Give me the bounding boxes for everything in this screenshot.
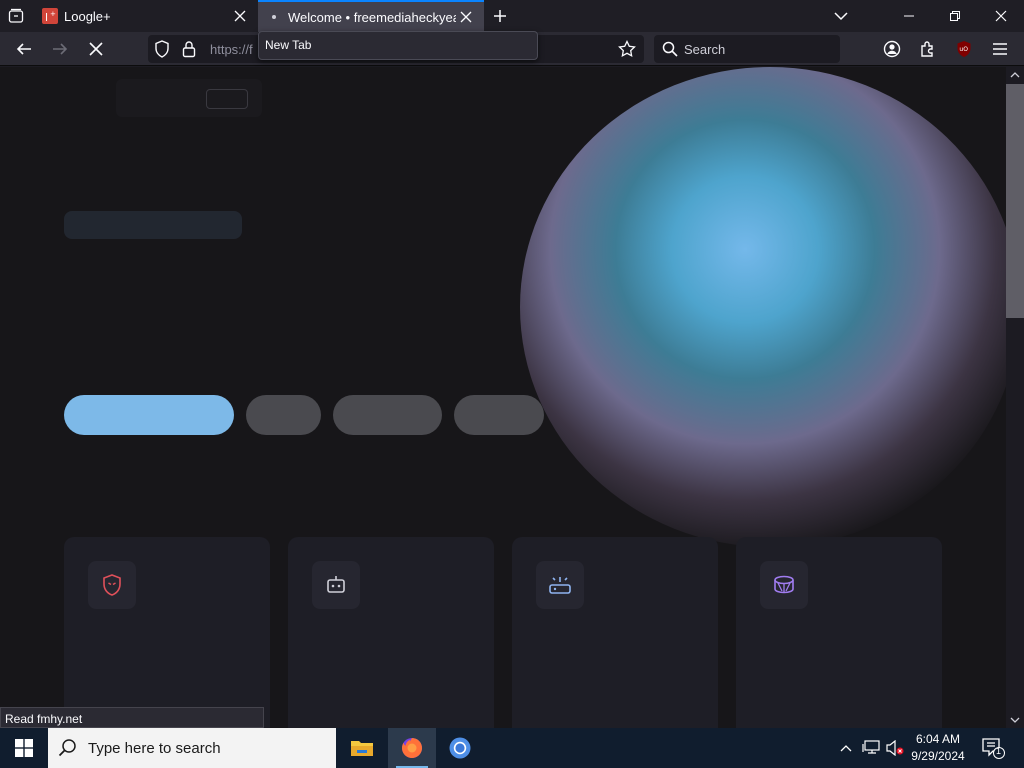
shield-face-icon <box>88 561 136 609</box>
start-button[interactable] <box>0 728 48 768</box>
svg-text:uO: uO <box>959 46 968 53</box>
extensions-icon <box>921 41 933 57</box>
close-tab-button[interactable] <box>230 6 250 26</box>
placeholder-outline-box <box>206 89 248 109</box>
restore-button[interactable] <box>932 0 978 32</box>
action-center-button[interactable]: 1 <box>978 736 1006 760</box>
minimize-button[interactable] <box>886 0 932 32</box>
search-icon <box>58 738 78 763</box>
account-icon <box>883 40 901 58</box>
chevron-down-icon <box>1010 717 1020 723</box>
app-menu-button[interactable] <box>986 35 1014 63</box>
chevron-down-icon <box>834 12 848 21</box>
placeholder-text-bar <box>64 211 242 239</box>
search-bar[interactable]: Search <box>654 35 840 63</box>
extensions-button[interactable] <box>914 35 942 63</box>
windows-taskbar: Type here to search 6:04 AM 9/29/2024 1 <box>0 728 1024 768</box>
secondary-button-3[interactable] <box>454 395 544 435</box>
windows-icon <box>15 739 33 757</box>
back-icon <box>16 43 31 55</box>
close-tab-button[interactable] <box>456 7 476 27</box>
network-icon <box>862 740 880 754</box>
scroll-up-button[interactable] <box>1010 70 1020 80</box>
close-icon <box>995 10 1007 22</box>
new-tab-button[interactable] <box>488 4 512 28</box>
file-explorer-button[interactable] <box>338 728 386 768</box>
feature-card[interactable] <box>64 537 270 728</box>
tab-welcome[interactable]: Welcome • freemediaheckyeah <box>258 0 484 32</box>
stop-button[interactable] <box>82 35 110 63</box>
search-placeholder: Search <box>684 42 726 57</box>
page-scrollbar[interactable] <box>1006 67 1024 728</box>
new-tab-tooltip: New Tab <box>258 31 538 60</box>
forward-button[interactable] <box>46 35 74 63</box>
back-button[interactable] <box>10 35 38 63</box>
svg-text:l: l <box>45 11 48 24</box>
tracking-protection-button[interactable] <box>154 40 170 63</box>
list-all-tabs-button[interactable] <box>828 4 854 28</box>
search-icon <box>662 41 678 62</box>
clock-time: 6:04 AM <box>915 732 961 746</box>
forward-icon <box>53 43 68 55</box>
svg-text:+: + <box>50 10 56 18</box>
network-button[interactable] <box>860 728 882 768</box>
taskbar-search-box[interactable]: Type here to search <box>48 728 336 768</box>
scroll-thumb[interactable] <box>1006 84 1024 318</box>
drum-icon <box>760 561 808 609</box>
scroll-down-button[interactable] <box>1010 715 1020 725</box>
tab-loogle[interactable]: l + Loogle+ <box>34 0 258 32</box>
lock-icon <box>182 41 196 58</box>
taskbar-search-placeholder: Type here to search <box>88 740 221 757</box>
chromium-taskbar-button[interactable] <box>436 728 484 768</box>
file-explorer-icon <box>351 741 373 756</box>
router-icon <box>536 561 584 609</box>
shield-icon <box>155 40 169 58</box>
close-icon <box>460 11 472 23</box>
ublock-button[interactable]: uO <box>950 35 978 63</box>
tab-title: Welcome • freemediaheckyeah <box>288 9 456 25</box>
restore-icon <box>950 11 960 21</box>
secondary-button-1[interactable] <box>246 395 321 435</box>
volume-muted-icon <box>886 740 904 756</box>
feature-card[interactable] <box>736 537 942 728</box>
taskbar-clock[interactable]: 6:04 AM 9/29/2024 <box>904 731 972 767</box>
show-hidden-icons-button[interactable] <box>836 728 856 768</box>
window-controls <box>886 0 1024 32</box>
clock-date: 9/29/2024 <box>911 749 965 763</box>
tab-strip: l + Loogle+ Welcome • freemediaheckyeah <box>0 0 1024 32</box>
tab-list-icon <box>8 8 24 23</box>
firefox-icon <box>402 738 422 758</box>
page-content <box>0 67 1006 728</box>
feature-card[interactable] <box>512 537 718 728</box>
ublock-icon: uO <box>957 41 971 57</box>
secondary-button-2[interactable] <box>333 395 442 435</box>
close-icon <box>234 10 246 22</box>
menu-icon <box>993 43 1007 55</box>
notification-icon <box>982 738 1005 759</box>
bookmark-star-button[interactable] <box>618 39 636 63</box>
close-window-button[interactable] <box>978 0 1024 32</box>
tab-title: Loogle+ <box>64 8 111 24</box>
status-panel: Read fmhy.net <box>0 707 264 728</box>
robot-icon <box>312 561 360 609</box>
notification-count: 1 <box>996 746 1002 756</box>
account-button[interactable] <box>878 35 906 63</box>
tab-list-button[interactable] <box>4 4 28 28</box>
site-security-button[interactable] <box>182 40 196 63</box>
hero-gradient-orb <box>520 67 1006 547</box>
chevron-up-icon <box>840 745 852 752</box>
firefox-taskbar-button[interactable] <box>388 728 436 768</box>
minimize-icon <box>904 15 914 17</box>
chromium-icon <box>449 737 471 759</box>
url-text: https://f <box>210 42 253 57</box>
feature-card[interactable] <box>288 537 494 728</box>
volume-button[interactable] <box>884 728 906 768</box>
stop-icon <box>89 42 103 56</box>
loading-dot-icon <box>266 9 282 25</box>
loogle-favicon-icon: l + <box>42 8 58 24</box>
star-icon <box>618 39 636 58</box>
plus-icon <box>494 10 506 22</box>
primary-action-button[interactable] <box>64 395 234 435</box>
chevron-up-icon <box>1010 72 1020 78</box>
